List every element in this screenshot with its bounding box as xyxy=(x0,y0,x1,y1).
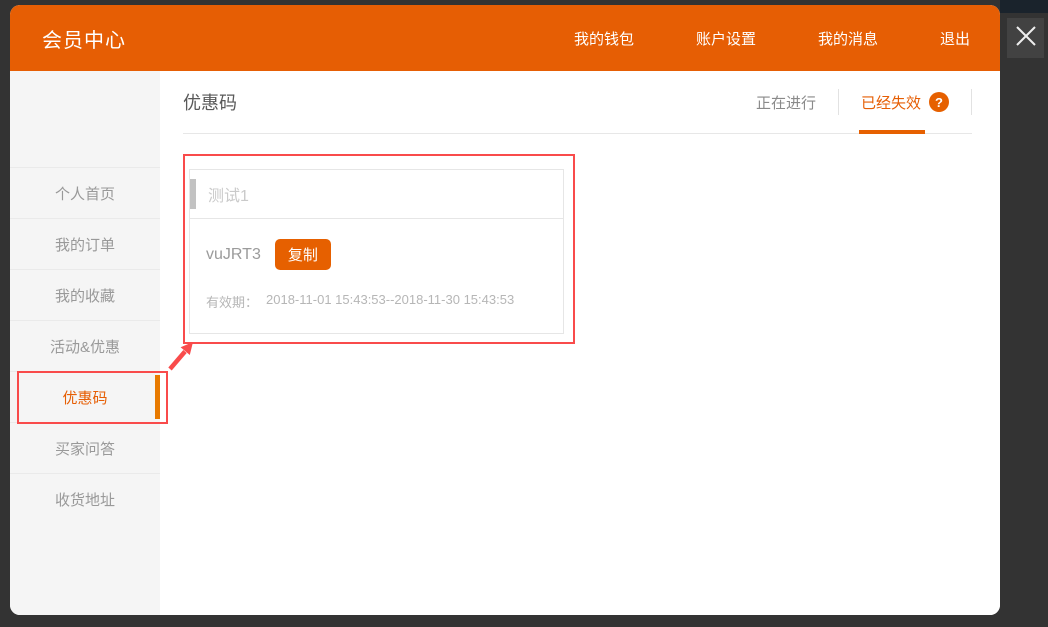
header-nav: 我的钱包 账户设置 我的消息 退出 xyxy=(574,28,1000,49)
tab-separator xyxy=(971,89,972,115)
page-title: 会员中心 xyxy=(42,24,126,53)
coupon-name: 测试1 xyxy=(208,182,249,206)
validity-row: 有效期： 2018-11-01 15:43:53--2018-11-30 15:… xyxy=(206,292,547,311)
close-button[interactable] xyxy=(1007,18,1044,58)
main-content: 优惠码 正在进行 已经失效 ? xyxy=(160,71,1000,615)
nav-item-logout[interactable]: 退出 xyxy=(940,28,970,49)
tab-expired[interactable]: 已经失效 ? xyxy=(839,71,971,133)
tab-label: 正在进行 xyxy=(756,92,816,113)
coupon-code: vuJRT3 xyxy=(206,246,261,264)
coupon-card: 测试1 vuJRT3 复制 有效期： 2018-11-01 15:43:53--… xyxy=(189,169,564,334)
content-title-row: 优惠码 正在进行 已经失效 ? xyxy=(183,71,972,134)
validity-label: 有效期： xyxy=(206,292,258,311)
content-title: 优惠码 xyxy=(183,89,237,115)
modal-body: 个人首页 我的订单 我的收藏 活动&优惠 优惠码 买家问答 收货地址 优惠码 正… xyxy=(10,71,1000,615)
nav-item-wallet[interactable]: 我的钱包 xyxy=(574,28,634,49)
sidebar: 个人首页 我的订单 我的收藏 活动&优惠 优惠码 买家问答 收货地址 xyxy=(10,71,160,615)
card-marker-bar xyxy=(190,179,196,209)
nav-item-messages[interactable]: 我的消息 xyxy=(818,28,878,49)
member-center-modal: 会员中心 我的钱包 账户设置 我的消息 退出 个人首页 我的订单 我的收藏 活动… xyxy=(10,5,1000,615)
tabs: 正在进行 已经失效 ? xyxy=(734,71,972,133)
active-tab-underline xyxy=(859,130,925,134)
sidebar-item-home[interactable]: 个人首页 xyxy=(10,167,160,218)
sidebar-item-orders[interactable]: 我的订单 xyxy=(10,218,160,269)
modal-header: 会员中心 我的钱包 账户设置 我的消息 退出 xyxy=(10,5,1000,71)
sidebar-item-favorites[interactable]: 我的收藏 xyxy=(10,269,160,320)
sidebar-item-label: 优惠码 xyxy=(62,387,107,408)
sidebar-item-qa[interactable]: 买家问答 xyxy=(10,422,160,473)
tab-in-progress[interactable]: 正在进行 xyxy=(734,71,838,133)
tab-label: 已经失效 xyxy=(861,92,921,113)
close-icon xyxy=(1013,23,1039,54)
coupon-card-body: vuJRT3 复制 有效期： 2018-11-01 15:43:53--2018… xyxy=(190,219,563,333)
sidebar-item-coupon-code[interactable]: 优惠码 xyxy=(10,371,160,422)
copy-button[interactable]: 复制 xyxy=(275,239,331,270)
backdrop-top-strip xyxy=(1000,0,1048,13)
coupon-code-row: vuJRT3 复制 xyxy=(206,239,547,270)
red-annotation-rect-card: 测试1 vuJRT3 复制 有效期： 2018-11-01 15:43:53--… xyxy=(183,154,575,344)
sidebar-item-activity[interactable]: 活动&优惠 xyxy=(10,320,160,371)
page: { "header": { "title": "会员中心", "nav": [ … xyxy=(0,0,1048,627)
sidebar-spacer xyxy=(10,71,160,167)
help-icon[interactable]: ? xyxy=(929,92,949,112)
coupon-card-header: 测试1 xyxy=(190,170,563,219)
sidebar-item-address[interactable]: 收货地址 xyxy=(10,473,160,524)
nav-item-settings[interactable]: 账户设置 xyxy=(696,28,756,49)
validity-value: 2018-11-01 15:43:53--2018-11-30 15:43:53 xyxy=(266,292,514,311)
